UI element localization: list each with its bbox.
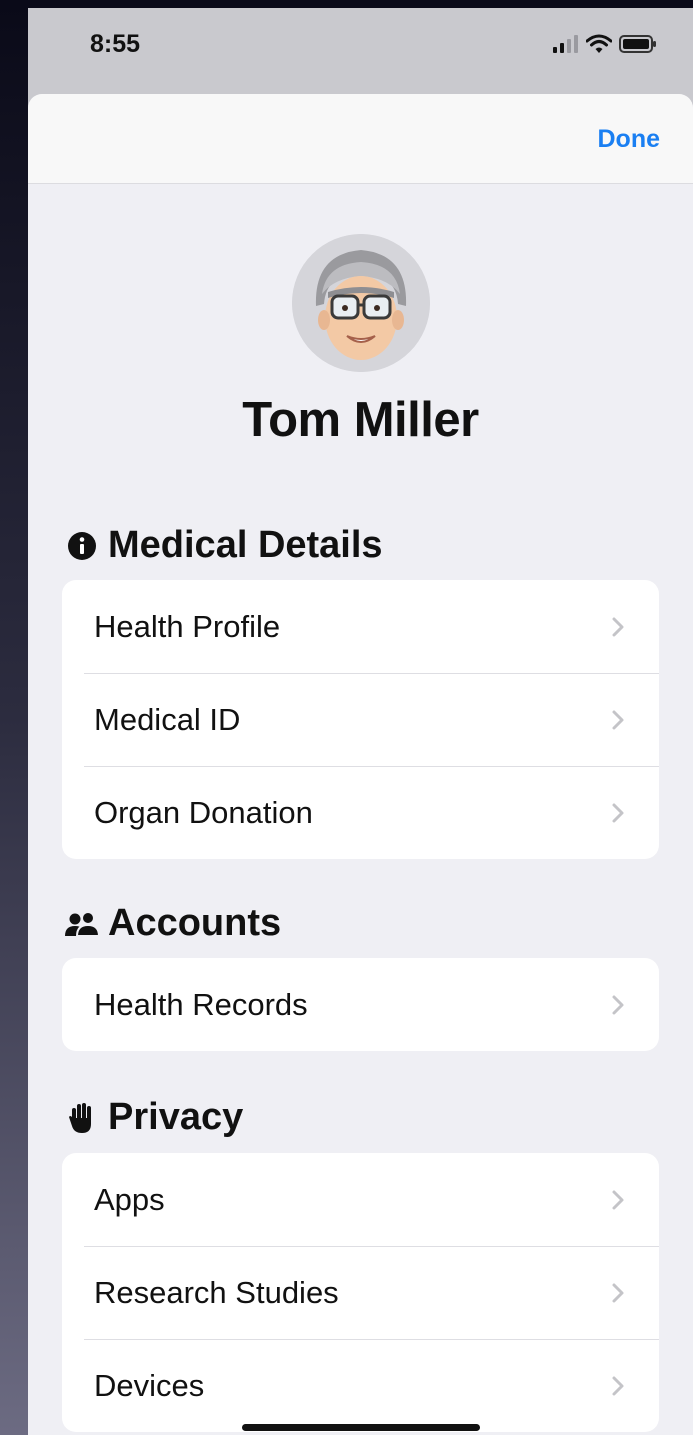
chevron-right-icon [612,1190,624,1209]
row-label: Medical ID [94,701,241,737]
status-time: 8:55 [90,30,141,58]
section-title: Privacy [108,1096,244,1138]
row-medical-id[interactable]: Medical ID [62,673,659,766]
people-icon [64,906,100,942]
privacy-group: Apps Research Studies Devices [62,1153,659,1432]
status-icons [553,34,657,54]
memoji-avatar-icon [292,234,430,372]
row-health-records[interactable]: Health Records [62,958,659,1051]
chevron-right-icon [612,1376,624,1395]
done-button[interactable]: Done [598,125,661,154]
section-title: Accounts [108,902,282,944]
row-research-studies[interactable]: Research Studies [62,1246,659,1339]
row-label: Organ Donation [94,794,313,830]
row-label: Health Profile [94,608,281,644]
info-circle-icon [64,528,100,564]
row-label: Research Studies [94,1274,339,1310]
cellular-signal-icon [553,35,578,53]
chevron-right-icon [612,995,624,1014]
accounts-group: Health Records [62,958,659,1051]
row-label: Apps [94,1181,165,1217]
chevron-right-icon [612,803,624,822]
section-title: Medical Details [108,524,383,566]
profile-sheet: Done Tom Miller Medical Details Health P… [28,94,693,1435]
section-header-privacy: Privacy [64,1096,243,1139]
row-devices[interactable]: Devices [62,1339,659,1432]
row-label: Health Records [94,986,308,1022]
hand-icon [64,1100,100,1136]
home-indicator[interactable] [242,1424,480,1431]
row-organ-donation[interactable]: Organ Donation [62,766,659,859]
row-label: Devices [94,1367,205,1403]
section-header-medical-details: Medical Details [64,524,383,567]
row-apps[interactable]: Apps [62,1153,659,1246]
battery-icon [619,35,656,53]
status-bar: 8:55 [28,8,693,94]
wifi-icon [586,34,612,53]
avatar [292,234,430,372]
nav-bar: Done [28,94,693,184]
phone-screen: 8:55 Done Tom Miller Medical Details Hea… [28,8,693,1435]
chevron-right-icon [612,1283,624,1302]
medical-details-group: Health Profile Medical ID Organ Donation [62,580,659,859]
section-header-accounts: Accounts [64,902,281,945]
chevron-right-icon [612,710,624,729]
profile-name: Tom Miller [242,393,479,447]
chevron-right-icon [612,617,624,636]
row-health-profile[interactable]: Health Profile [62,580,659,673]
